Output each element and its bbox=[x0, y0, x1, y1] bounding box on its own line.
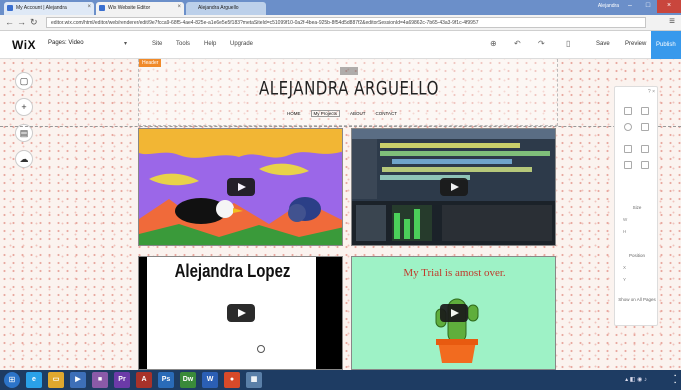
dreamweaver-icon[interactable]: Dw bbox=[180, 372, 196, 388]
video-title: Alejandra Lopez bbox=[174, 261, 291, 282]
window-controls: – □ × bbox=[621, 0, 681, 13]
reload-icon[interactable]: ↻ bbox=[30, 17, 38, 28]
video-player-1[interactable] bbox=[138, 128, 343, 246]
panel-header: ? × bbox=[647, 89, 655, 95]
word-icon[interactable]: W bbox=[202, 372, 218, 388]
show-on-all-pages-toggle[interactable]: Show on All Pages bbox=[615, 297, 659, 303]
clock[interactable]: ▪ ▪ bbox=[674, 373, 676, 387]
logo-lines-icon bbox=[340, 67, 358, 75]
menu-help[interactable]: Help bbox=[204, 41, 216, 47]
nav-about[interactable]: ABOUT bbox=[350, 111, 366, 117]
undo-icon[interactable]: ↶ bbox=[514, 39, 521, 48]
site-title: ALEJANDRA ARGUELLO bbox=[259, 76, 439, 100]
folder-icon[interactable]: ▭ bbox=[48, 372, 64, 388]
menu-tools[interactable]: Tools bbox=[176, 41, 190, 47]
position-label: Position bbox=[628, 253, 645, 258]
height-label: H bbox=[623, 229, 627, 234]
favicon-icon bbox=[99, 5, 105, 11]
editor-top-bar: WiX Pages: Video ▾ Site Tools Help Upgra… bbox=[0, 31, 681, 67]
copy-icon[interactable] bbox=[641, 123, 649, 131]
play-button[interactable] bbox=[439, 178, 468, 196]
zoom-icon[interactable]: ⊕ bbox=[490, 39, 497, 48]
nav-contact[interactable]: CONTACT bbox=[376, 111, 397, 117]
minimize-icon[interactable]: – bbox=[621, 0, 639, 13]
play-button[interactable] bbox=[439, 304, 468, 322]
os-taskbar: ⊞ e ▭ ▶ ■ Pr A Ps Dw W ● ▦ ▴ ◧ ◉ ♪ ▪ ▪ bbox=[0, 370, 681, 390]
chevron-down-icon[interactable]: ▾ bbox=[124, 40, 127, 47]
video-player-2[interactable] bbox=[351, 128, 556, 246]
wix-logo: WiX bbox=[12, 38, 37, 52]
site-nav: HOME My Projects ABOUT CONTACT bbox=[287, 110, 397, 117]
y-label: Y bbox=[623, 277, 627, 282]
browser-tab-site[interactable]: Alejandra Arguello bbox=[186, 2, 266, 15]
align-icon[interactable] bbox=[624, 107, 632, 115]
browser-tab-editor[interactable]: Wix Website Editor × bbox=[96, 2, 184, 15]
start-icon[interactable]: ⊞ bbox=[4, 372, 20, 388]
arrange-icon[interactable] bbox=[624, 123, 632, 131]
address-bar-row: ← → ↻ editor.wix.com/html/editor/web/ren… bbox=[0, 15, 681, 31]
header-guide-line bbox=[0, 126, 681, 127]
browser-tabstrip: My Account | Alejandra × Wix Website Edi… bbox=[0, 0, 681, 15]
back-icon[interactable]: ← bbox=[5, 17, 14, 27]
tab-label: Wix Website Editor bbox=[108, 5, 151, 11]
nav-my-projects[interactable]: My Projects bbox=[310, 110, 341, 117]
size-label: Size bbox=[632, 205, 642, 210]
acrobat-icon[interactable]: A bbox=[136, 372, 152, 388]
close-icon[interactable]: × bbox=[87, 4, 91, 10]
width-label: W bbox=[623, 217, 628, 222]
browser-tab-account[interactable]: My Account | Alejandra × bbox=[4, 2, 94, 15]
page-selector[interactable]: Pages: Video bbox=[48, 40, 84, 46]
group-icon[interactable] bbox=[624, 161, 632, 169]
close-icon[interactable]: × bbox=[177, 4, 181, 10]
url-field[interactable]: editor.wix.com/html/editor/web/renderer/… bbox=[46, 17, 646, 28]
chrome-icon[interactable]: ● bbox=[224, 372, 240, 388]
ungroup-icon[interactable] bbox=[641, 161, 649, 169]
save-button[interactable]: Save bbox=[596, 41, 610, 47]
play-button[interactable] bbox=[226, 304, 255, 322]
publish-button[interactable]: Publish bbox=[651, 31, 681, 59]
video-letterbox-right bbox=[316, 257, 342, 369]
mobile-view-icon[interactable]: ▯ bbox=[566, 39, 570, 48]
match-size-icon[interactable] bbox=[624, 145, 632, 153]
media-icon[interactable]: ▶ bbox=[70, 372, 86, 388]
window-close-icon[interactable]: × bbox=[657, 0, 681, 13]
page-icon[interactable]: ▢ bbox=[15, 72, 33, 90]
app-icon[interactable]: ■ bbox=[92, 372, 108, 388]
user-name[interactable]: Alejandra bbox=[598, 3, 619, 9]
layout-panel: ? × Size W H Position X Y Show on All Pa… bbox=[614, 86, 658, 326]
video-player-3[interactable]: Alejandra Lopez bbox=[138, 256, 343, 370]
premiere-icon[interactable]: Pr bbox=[114, 372, 130, 388]
site-header[interactable]: Header ALEJANDRA ARGUELLO HOME My Projec… bbox=[138, 59, 558, 126]
app2-icon[interactable]: ▦ bbox=[246, 372, 262, 388]
video-player-4[interactable]: My Trial is amost over. bbox=[351, 256, 556, 370]
system-tray[interactable]: ▴ ◧ ◉ ♪ bbox=[625, 376, 647, 383]
browser-menu-icon[interactable]: ≡ bbox=[669, 16, 675, 27]
x-label: X bbox=[623, 265, 627, 270]
favicon-icon bbox=[7, 5, 13, 11]
cursor-ring-icon bbox=[257, 345, 265, 353]
tab-label: My Account | Alejandra bbox=[16, 5, 67, 11]
left-toolbar: ▢ + ▤ ☁ bbox=[15, 72, 37, 176]
menu-upgrade[interactable]: Upgrade bbox=[230, 41, 253, 47]
site-page: Header ALEJANDRA ARGUELLO HOME My Projec… bbox=[0, 59, 681, 370]
menu-site[interactable]: Site bbox=[152, 41, 162, 47]
nav-home[interactable]: HOME bbox=[287, 111, 301, 117]
header-tag: Header bbox=[139, 59, 162, 67]
add-icon[interactable]: + bbox=[15, 98, 33, 116]
upload-icon[interactable]: ☁ bbox=[15, 150, 33, 168]
distribute-icon[interactable] bbox=[641, 107, 649, 115]
tab-label: Alejandra Arguello bbox=[198, 5, 239, 11]
preview-button[interactable]: Preview bbox=[625, 41, 646, 47]
video-letterbox-left bbox=[139, 257, 147, 369]
forward-icon[interactable]: → bbox=[17, 17, 26, 27]
ie-icon[interactable]: e bbox=[26, 372, 42, 388]
play-button[interactable] bbox=[226, 178, 255, 196]
redo-icon[interactable]: ↷ bbox=[538, 39, 545, 48]
maximize-icon[interactable]: □ bbox=[639, 0, 657, 13]
photoshop-icon[interactable]: Ps bbox=[158, 372, 174, 388]
stretch-icon[interactable] bbox=[641, 145, 649, 153]
